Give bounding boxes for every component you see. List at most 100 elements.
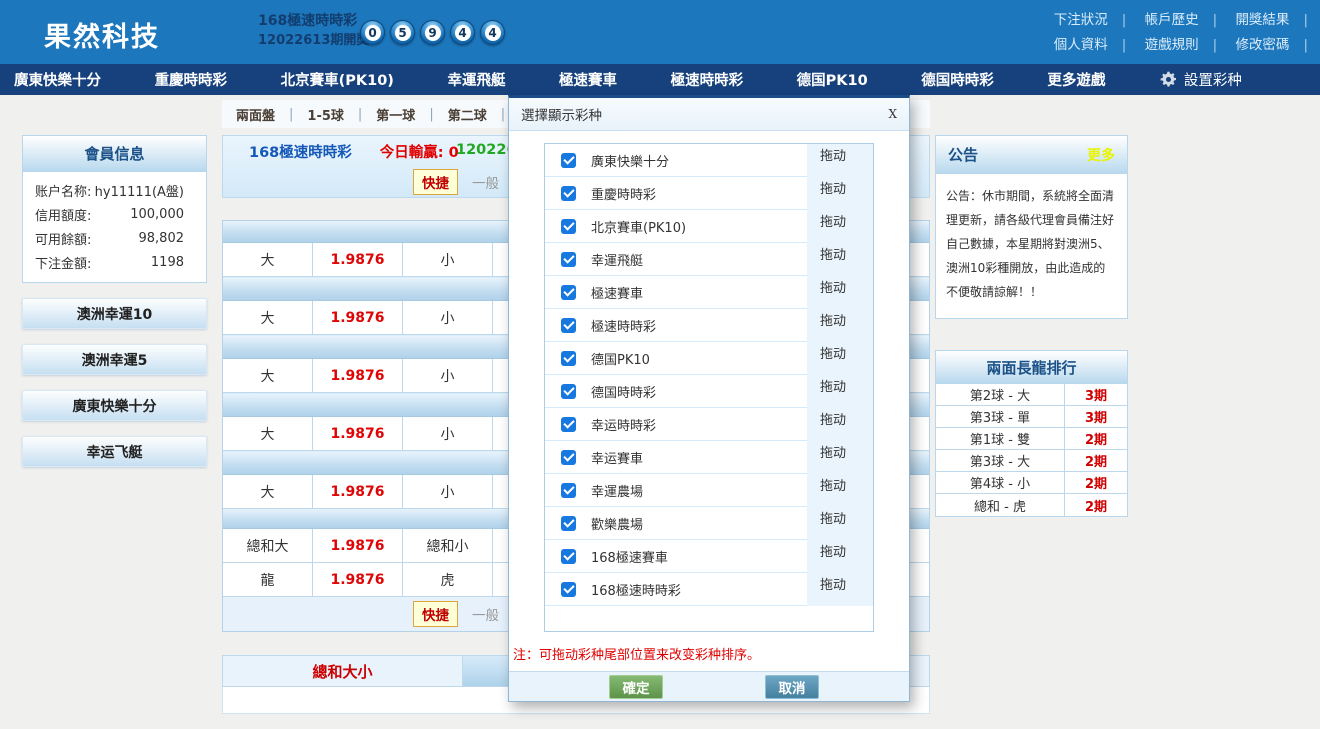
link-bet-status[interactable]: 下注狀況	[1054, 12, 1108, 28]
available-balance-label: 可用餘額:	[35, 229, 91, 248]
announcement-title: 公告	[948, 144, 978, 165]
tab-two-sides[interactable]: 兩面盤	[222, 105, 289, 124]
bet-option-cell[interactable]: 虎	[403, 563, 493, 596]
lottery-toggle-row[interactable]: 168極速時時彩 拖动	[545, 573, 873, 606]
drag-handle[interactable]: 拖动	[807, 408, 873, 441]
checkbox-checked-icon[interactable]	[561, 417, 576, 432]
drag-handle[interactable]: 拖动	[807, 243, 873, 276]
drag-handle[interactable]: 拖动	[807, 375, 873, 408]
checkbox-checked-icon[interactable]	[561, 252, 576, 267]
bet-option-cell[interactable]: 大	[223, 359, 313, 392]
cancel-button[interactable]: 取消	[765, 675, 819, 699]
bet-odds-cell[interactable]: 1.9876	[313, 529, 403, 562]
drag-handle[interactable]: 拖动	[807, 474, 873, 507]
link-draw-results[interactable]: 開獎結果	[1235, 12, 1289, 28]
quick-mode-button[interactable]: 快捷	[413, 169, 458, 195]
bet-odds-cell[interactable]: 1.9876	[313, 475, 403, 508]
bet-option-cell[interactable]: 大	[223, 417, 313, 450]
bet-option-cell[interactable]: 總和大	[223, 529, 313, 562]
lottery-toggle-row[interactable]: 幸運農場 拖动	[545, 474, 873, 507]
link-account-history[interactable]: 帳戶歷史	[1145, 12, 1199, 28]
checkbox-checked-icon[interactable]	[561, 516, 576, 531]
nav-item-3[interactable]: 幸運飛艇	[447, 69, 505, 90]
checkbox-checked-icon[interactable]	[561, 351, 576, 366]
bet-odds-cell[interactable]: 1.9876	[313, 301, 403, 334]
drag-handle[interactable]: 拖动	[807, 507, 873, 540]
lottery-toggle-row[interactable]: 幸运賽車 拖动	[545, 441, 873, 474]
bet-option-cell[interactable]: 小	[403, 359, 493, 392]
link-game-rules[interactable]: 遊戲規則	[1145, 37, 1199, 53]
checkbox-checked-icon[interactable]	[561, 450, 576, 465]
bet-option-cell[interactable]: 大	[223, 243, 313, 276]
checkbox-checked-icon[interactable]	[561, 483, 576, 498]
drag-handle[interactable]: 拖动	[807, 573, 873, 606]
bet-odds-cell[interactable]: 1.9876	[313, 417, 403, 450]
tab-ball-2[interactable]: 第二球	[434, 105, 501, 124]
drag-handle[interactable]: 拖动	[807, 144, 873, 177]
checkbox-checked-icon[interactable]	[561, 186, 576, 201]
bet-option-cell[interactable]: 小	[403, 243, 493, 276]
quick-mode-button[interactable]: 快捷	[413, 601, 458, 627]
lottery-toggle-row[interactable]: 極速賽車 拖动	[545, 276, 873, 309]
checkbox-checked-icon[interactable]	[561, 285, 576, 300]
member-info-row: 信用額度: 100,000	[23, 202, 206, 226]
nav-item-2[interactable]: 北京賽車(PK10)	[281, 69, 394, 90]
result-balls: 0 5 9 4 4	[360, 20, 505, 45]
confirm-button[interactable]: 確定	[609, 675, 663, 699]
lottery-toggle-row[interactable]: 幸運飛艇 拖动	[545, 243, 873, 276]
nav-item-0[interactable]: 廣東快樂十分	[14, 69, 101, 90]
drag-handle[interactable]: 拖动	[807, 441, 873, 474]
drag-handle[interactable]: 拖动	[807, 276, 873, 309]
nav-item-6[interactable]: 德国PK10	[797, 69, 868, 90]
bet-option-cell[interactable]: 大	[223, 301, 313, 334]
lottery-toggle-row[interactable]: 廣東快樂十分 拖动	[545, 144, 873, 177]
drag-handle[interactable]: 拖动	[807, 210, 873, 243]
nav-item-1[interactable]: 重慶時時彩	[155, 69, 228, 90]
bet-odds-cell[interactable]: 1.9876	[313, 563, 403, 596]
drag-handle[interactable]: 拖动	[807, 309, 873, 342]
bet-option-cell[interactable]: 龍	[223, 563, 313, 596]
lottery-toggle-row[interactable]: 歡樂農場 拖动	[545, 507, 873, 540]
lottery-toggle-row[interactable]: 168極速賽車 拖动	[545, 540, 873, 573]
bet-odds-cell[interactable]: 1.9876	[313, 243, 403, 276]
normal-mode-button[interactable]: 一般	[472, 172, 499, 192]
tab-balls-1-5[interactable]: 1-5球	[293, 105, 358, 124]
bet-odds-cell[interactable]: 1.9876	[313, 359, 403, 392]
bet-option-cell[interactable]: 總和小	[403, 529, 493, 562]
bet-option-cell[interactable]: 小	[403, 301, 493, 334]
nav-item-more-games[interactable]: 更多遊戲	[1047, 69, 1105, 90]
lottery-toggle-row[interactable]: 幸运時時彩 拖动	[545, 408, 873, 441]
nav-item-5[interactable]: 極速時時彩	[671, 69, 744, 90]
normal-mode-button[interactable]: 一般	[472, 604, 499, 624]
nav-item-7[interactable]: 德国時時彩	[921, 69, 994, 90]
drag-handle[interactable]: 拖动	[807, 177, 873, 210]
checkbox-checked-icon[interactable]	[561, 549, 576, 564]
lottery-toggle-row[interactable]: 極速時時彩 拖动	[545, 309, 873, 342]
lottery-toggle-row[interactable]: 重慶時時彩 拖动	[545, 177, 873, 210]
checkbox-checked-icon[interactable]	[561, 153, 576, 168]
checkbox-checked-icon[interactable]	[561, 384, 576, 399]
lottery-toggle-row[interactable]: 德国PK10 拖动	[545, 342, 873, 375]
bet-option-cell[interactable]: 小	[403, 417, 493, 450]
nav-settings-button[interactable]: 設置彩种	[1159, 69, 1242, 90]
lottery-toggle-row[interactable]: 北京賽車(PK10) 拖动	[545, 210, 873, 243]
close-icon[interactable]: X	[888, 107, 897, 121]
drag-handle[interactable]: 拖动	[807, 540, 873, 573]
drag-handle[interactable]: 拖动	[807, 342, 873, 375]
link-profile[interactable]: 個人資料	[1054, 37, 1108, 53]
sidebar-item-australia-lucky10[interactable]: 澳洲幸運10	[22, 298, 207, 329]
link-change-password[interactable]: 修改密碼	[1235, 37, 1289, 53]
account-name-value: hy11111(A盤)	[95, 181, 184, 200]
checkbox-checked-icon[interactable]	[561, 318, 576, 333]
checkbox-checked-icon[interactable]	[561, 582, 576, 597]
sidebar-item-guangdong-happy10[interactable]: 廣東快樂十分	[22, 390, 207, 421]
bet-option-cell[interactable]: 小	[403, 475, 493, 508]
nav-item-4[interactable]: 極速賽車	[559, 69, 617, 90]
lottery-toggle-row[interactable]: 德国時時彩 拖动	[545, 375, 873, 408]
tab-ball-1[interactable]: 第一球	[362, 105, 429, 124]
checkbox-checked-icon[interactable]	[561, 219, 576, 234]
bet-option-cell[interactable]: 大	[223, 475, 313, 508]
sidebar-item-lucky-airship[interactable]: 幸运飞艇	[22, 436, 207, 467]
sidebar-item-australia-lucky5[interactable]: 澳洲幸運5	[22, 344, 207, 375]
announcement-more-link[interactable]: 更多	[1087, 145, 1115, 165]
